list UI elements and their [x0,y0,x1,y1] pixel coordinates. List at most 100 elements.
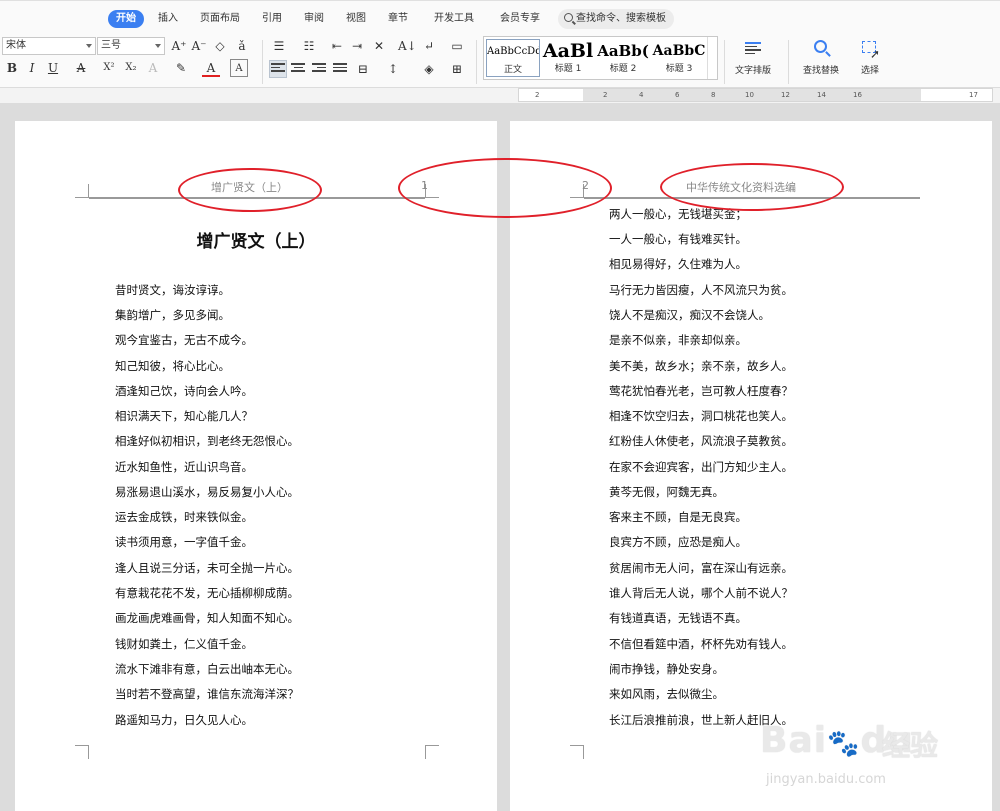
bold-button[interactable]: B [3,59,21,77]
table-tool-icon[interactable]: ▭ [448,37,466,55]
text-line[interactable]: 易涨易退山溪水，易反易复小人心。 [115,485,299,499]
decrease-indent-icon[interactable]: ⇤ [328,37,346,55]
text-line[interactable]: 是亲不似亲，非亲却似亲。 [609,333,747,347]
font-name-select[interactable]: 宋体 [2,37,96,55]
text-line[interactable]: 黄芩无假，阿魏无真。 [609,485,724,499]
style-label: 标题 1 [554,64,582,74]
tab-references[interactable]: 引用 [262,10,282,28]
text-layout-label: 文字排版 [734,66,771,76]
text-line[interactable]: 逢人且说三分话，未可全抛一片心。 [115,561,299,575]
text-line[interactable]: 近水知鱼性，近山识鸟音。 [115,460,253,474]
style-heading-3[interactable]: AaBbC 标题 3 [652,39,706,77]
chinese-layout-icon[interactable]: ✕ [370,37,388,55]
text-line[interactable]: 钱财如粪土，仁义值千金。 [115,637,253,651]
font-size-select[interactable]: 三号 [97,37,165,55]
text-line[interactable]: 相识满天下，知心能几人？ [115,409,253,423]
text-line[interactable]: 路遥知马力，日久见人心。 [115,713,253,727]
justify-button[interactable] [332,60,350,78]
tab-developer[interactable]: 开发工具 [434,10,474,28]
numbering-icon[interactable]: ☷ [300,37,318,55]
text-line[interactable]: 不信但看筵中酒，杯杯先劝有钱人。 [609,637,793,651]
tab-review[interactable]: 审阅 [304,10,324,28]
tab-member[interactable]: 会员专享 [500,10,540,28]
style-sample: AaBbCcDd [487,46,539,57]
style-normal[interactable]: AaBbCcDd 正文 [486,39,540,77]
text-line[interactable]: 良宾方不顾，应恐是痴人。 [609,535,747,549]
text-line[interactable]: 昔时贤文，诲汝谆谆。 [115,283,230,297]
text-line[interactable]: 有钱道真语，无钱语不真。 [609,611,747,625]
command-search[interactable]: 查找命令、搜索模板 [558,9,674,29]
bullets-icon[interactable]: ☰ [270,37,288,55]
text-line[interactable]: 画龙画虎难画骨，知人知面不知心。 [115,611,299,625]
text-line[interactable]: 观今宜鉴古，无古不成今。 [115,333,253,347]
text-line[interactable]: 来如风雨，去似微尘。 [609,687,724,701]
phonetic-guide-icon[interactable]: ǎ [233,37,251,55]
text-effect-icon[interactable]: A [144,59,162,77]
watermark-cn: 经验 [882,729,939,762]
select-label: 选择 [860,66,879,76]
document-title[interactable]: 增广贤文（上） [15,227,497,252]
underline-button[interactable]: U [44,59,62,77]
strikethrough-button[interactable]: A [72,59,90,77]
style-gallery-scroll[interactable] [707,37,717,79]
text-line[interactable]: 相见易得好，久住难为人。 [609,257,747,271]
text-line[interactable]: 红粉佳人休使老，风流浪子莫教贫。 [609,434,793,448]
text-line[interactable]: 相逢不饮空归去，洞口桃花也笑人。 [609,409,793,423]
text-line[interactable]: 有意栽花花不发，无心插柳柳成荫。 [115,586,299,600]
text-line[interactable]: 相逢好似初相识，到老终无怨恨心。 [115,434,299,448]
text-line[interactable]: 当时若不登高望，谁信东流海洋深？ [115,687,299,701]
borders-icon[interactable]: ⊞ [448,60,466,78]
text-line[interactable]: 在家不会迎宾客，出门方知少主人。 [609,460,793,474]
text-layout-button[interactable]: 文字排版 [730,39,776,76]
style-heading-1[interactable]: AaBl 标题 1 [542,39,594,77]
text-line[interactable]: 马行无力皆因瘦，人不风流只为贫。 [609,283,793,297]
char-border-icon[interactable]: A [230,59,248,77]
ribbon-toolbar: 宋体 三号 A⁺ A⁻ ◇ ǎ B I U A X² X₂ A ✎ A A ☰ … [0,34,1000,88]
select-cursor-icon: ➚ [860,39,880,61]
find-replace-button[interactable]: 查找替换 [796,39,846,76]
text-line[interactable]: 知己知彼，将心比心。 [115,359,230,373]
tab-chapter[interactable]: 章节 [388,10,408,28]
style-sample: AaBbC [652,43,706,59]
text-line[interactable]: 流水下滩非有意，白云出岫本无心。 [115,662,299,676]
align-center-button[interactable] [290,60,308,78]
select-button[interactable]: ➚ 选择 [852,39,888,76]
text-line[interactable]: 读书须用意，一字值千金。 [115,535,253,549]
text-line[interactable]: 饶人不是痴汉，痴汉不会饶人。 [609,308,770,322]
text-line[interactable]: 运去金成铁，时来铁似金。 [115,510,253,524]
tab-home[interactable]: 开始 [108,10,144,28]
show-marks-icon[interactable]: ↵ [420,37,438,55]
align-left-button[interactable] [269,60,287,78]
text-line[interactable]: 美不美，故乡水；亲不亲，故乡人。 [609,359,793,373]
distributed-align-icon[interactable]: ⊟ [354,60,372,78]
tab-view[interactable]: 视图 [346,10,366,28]
superscript-button[interactable]: X² [100,59,118,77]
style-heading-2[interactable]: AaBb( 标题 2 [596,39,650,77]
shading-icon[interactable]: ◈ [420,60,438,78]
horizontal-ruler[interactable]: 2 2 4 6 8 10 12 14 16 17 [518,88,993,102]
text-line[interactable]: 闹市挣钱，静处安身。 [609,662,724,676]
tab-page-layout[interactable]: 页面布局 [200,10,240,28]
text-line[interactable]: 酒逢知己饮，诗向会人吟。 [115,384,253,398]
grow-font-icon[interactable]: A⁺ [170,37,188,55]
italic-button[interactable]: I [23,59,41,77]
clear-format-icon[interactable]: ◇ [211,37,229,55]
font-color-icon[interactable]: A [202,59,220,77]
line-spacing-icon[interactable]: ↕ [384,60,402,78]
sort-icon[interactable]: A↓ [398,37,417,55]
text-line[interactable]: 贫居闹市无人问，富在深山有远亲。 [609,561,793,575]
increase-indent-icon[interactable]: ⇥ [348,37,366,55]
text-line[interactable]: 一人一般心，有钱难买针。 [609,232,747,246]
page-1[interactable]: 增广贤文（上） 1 增广贤文（上） 昔时贤文，诲汝谆谆。 集韵增广，多见多闻。 … [15,121,497,811]
shrink-font-icon[interactable]: A⁻ [190,37,208,55]
chevron-down-icon [155,44,161,48]
text-line[interactable]: 莺花犹怕春光老，岂可教人枉度春？ [609,384,793,398]
tab-insert[interactable]: 插入 [158,10,178,28]
subscript-button[interactable]: X₂ [122,59,140,77]
align-right-button[interactable] [311,60,329,78]
ruler-tick: 4 [639,91,644,99]
text-line[interactable]: 客来主不顾，自是无良宾。 [609,510,747,524]
highlight-icon[interactable]: ✎ [172,59,190,77]
text-line[interactable]: 谁人背后无人说，哪个人前不说人？ [609,586,793,600]
text-line[interactable]: 集韵增广，多见多闻。 [115,308,230,322]
